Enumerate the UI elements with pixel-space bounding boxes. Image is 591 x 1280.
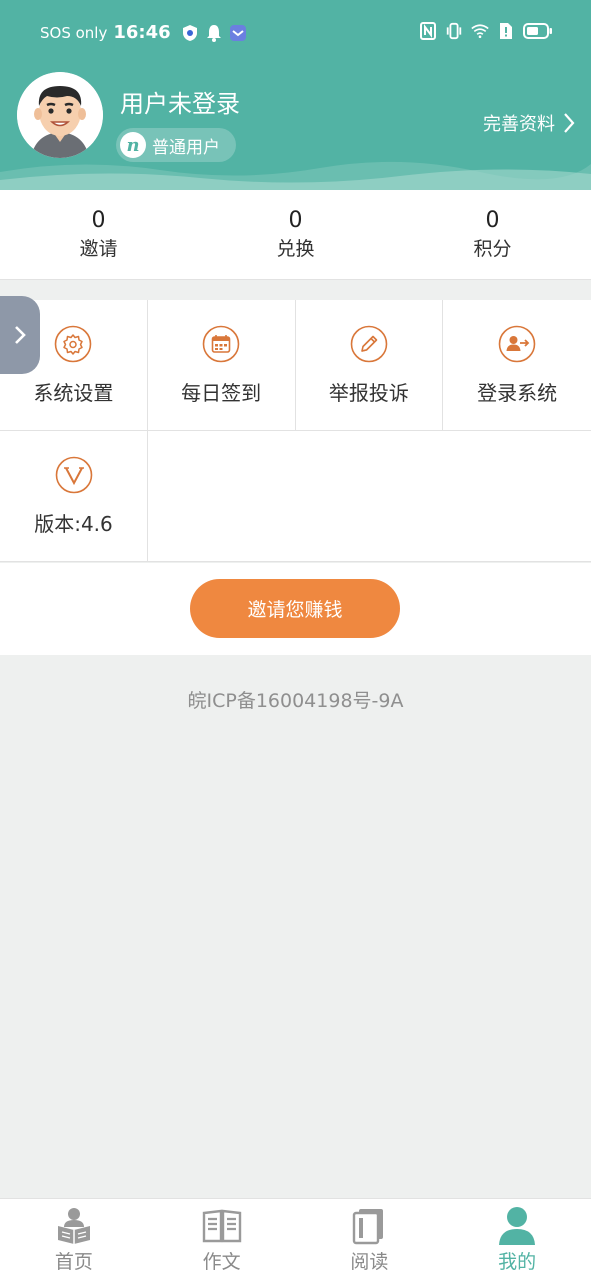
- stat-label: 积分: [473, 237, 512, 260]
- menu-grid: 系统设置 每日签到 举报投诉 登录系统 版本:4.6: [0, 300, 591, 562]
- nav-label: 我的: [498, 1251, 537, 1273]
- menu-empty-cell: [148, 431, 591, 561]
- icp-record: 皖ICP备16004198号-9A: [187, 690, 404, 712]
- menu-label: 举报投诉: [328, 380, 409, 405]
- chevron-right-icon: [564, 113, 575, 133]
- clock: 16:46: [113, 22, 171, 43]
- chevron-right-icon: [15, 326, 26, 344]
- stat-value: 0: [485, 207, 500, 233]
- stat-value: 0: [91, 207, 106, 233]
- nav-home[interactable]: 首页: [0, 1199, 148, 1280]
- book-icon: [202, 1209, 241, 1243]
- profile-header: SOS only 16:46 用户未登录 n 普通用户 完善资料: [0, 0, 591, 190]
- invite-section: 邀请您赚钱: [0, 563, 591, 655]
- status-bar: SOS only 16:46: [0, 0, 591, 66]
- menu-version[interactable]: 版本:4.6: [0, 431, 148, 561]
- version-icon: [55, 456, 92, 493]
- wifi-icon: [471, 22, 489, 40]
- gear-icon: [55, 325, 92, 362]
- menu-label: 每日签到: [181, 380, 262, 405]
- stat-label: 邀请: [79, 237, 118, 260]
- calendar-icon: [202, 325, 240, 362]
- menu-label: 系统设置: [33, 380, 114, 405]
- nav-label: 作文: [202, 1251, 241, 1273]
- notebook-icon: [353, 1209, 384, 1245]
- sim-alert-icon: [497, 22, 515, 40]
- nav-label: 阅读: [350, 1251, 389, 1273]
- side-drawer-toggle[interactable]: [0, 296, 40, 374]
- username[interactable]: 用户未登录: [120, 84, 240, 119]
- pencil-icon: [350, 325, 388, 362]
- stat-points[interactable]: 0 积分: [394, 190, 591, 279]
- nav-label: 首页: [54, 1251, 93, 1273]
- stat-value: 0: [288, 207, 303, 233]
- menu-report[interactable]: 举报投诉: [296, 300, 444, 430]
- shield-icon: [181, 24, 199, 42]
- complete-profile-link[interactable]: 完善资料: [483, 110, 575, 136]
- person-icon: [499, 1207, 536, 1245]
- stat-invite[interactable]: 0 邀请: [0, 190, 197, 279]
- nav-reading[interactable]: 阅读: [296, 1199, 444, 1280]
- app-notification-icon: [229, 24, 247, 42]
- bell-icon: [205, 24, 223, 42]
- carrier-label: SOS only: [40, 23, 108, 42]
- complete-profile-label: 完善资料: [483, 114, 555, 135]
- bottom-nav: 首页 作文 阅读 我的: [0, 1198, 591, 1280]
- menu-label: 版本:4.6: [34, 511, 113, 536]
- nav-composition[interactable]: 作文: [148, 1199, 296, 1280]
- stat-exchange[interactable]: 0 兑换: [197, 190, 394, 279]
- invite-earn-button[interactable]: 邀请您赚钱: [190, 579, 400, 638]
- vibrate-icon: [445, 22, 463, 40]
- nfc-icon: [419, 22, 437, 40]
- menu-daily-checkin[interactable]: 每日签到: [148, 300, 296, 430]
- header-wave-decoration: [0, 161, 591, 190]
- user-login-icon: [498, 325, 536, 362]
- menu-label: 登录系统: [477, 380, 558, 405]
- menu-login[interactable]: 登录系统: [443, 300, 591, 430]
- stats-bar: 0 邀请 0 兑换 0 积分: [0, 190, 591, 280]
- nav-mine[interactable]: 我的: [443, 1199, 591, 1280]
- stat-label: 兑换: [276, 237, 315, 260]
- reader-icon: [57, 1208, 90, 1244]
- avatar[interactable]: [17, 72, 103, 158]
- battery-icon: [523, 22, 553, 40]
